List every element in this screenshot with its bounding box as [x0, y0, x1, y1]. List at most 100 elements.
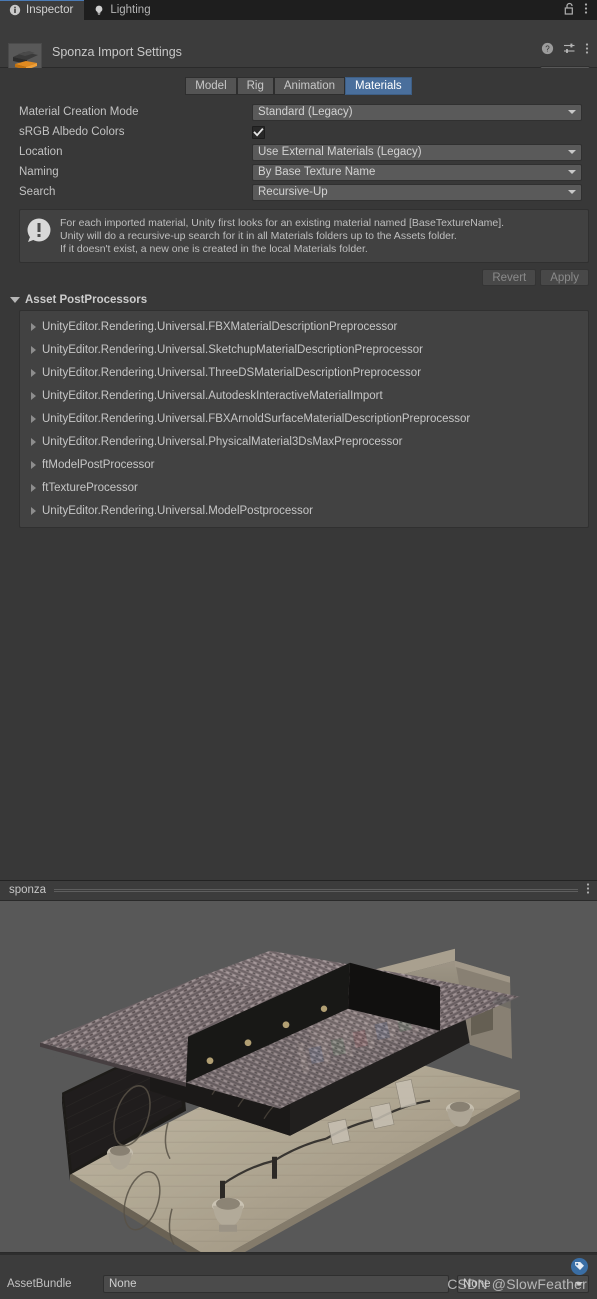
chevron-down-icon: [568, 110, 576, 114]
window-tab-bar: Inspector Lighting: [0, 0, 597, 20]
tab-lighting[interactable]: Lighting: [84, 0, 161, 20]
assetbundle-footer: AssetBundle None None CSDN @SlowFeather: [0, 1252, 597, 1299]
triangle-right-icon[interactable]: [31, 414, 36, 423]
assetbundle-variant-dropdown[interactable]: None: [457, 1275, 589, 1293]
tab-inspector[interactable]: Inspector: [0, 0, 85, 20]
svg-text:?: ?: [545, 45, 550, 54]
unity-inspector-window: Inspector Lighting Sponza Import Setting…: [0, 0, 597, 1299]
revert-button[interactable]: Revert: [482, 269, 537, 286]
tab-materials[interactable]: Materials: [345, 77, 412, 95]
tab-animation[interactable]: Animation: [273, 77, 346, 95]
chevron-down-icon: [575, 1282, 583, 1286]
inspector-header: Sponza Import Settings ? Open: [0, 20, 597, 83]
kebab-menu-icon[interactable]: [584, 2, 588, 18]
naming-value: By Base Texture Name: [258, 166, 376, 178]
tag-icon[interactable]: [571, 1258, 588, 1275]
check-icon: [253, 127, 264, 137]
list-item[interactable]: ftTextureProcessor: [20, 476, 588, 499]
helpbox-line-2: Unity will do a recursive-up search for …: [60, 230, 457, 242]
property-row-naming: Naming By Base Texture Name: [0, 162, 590, 182]
info-icon: [9, 4, 21, 16]
postprocessor-name: UnityEditor.Rendering.Universal.Sketchup…: [42, 343, 423, 356]
helpbox-line-1: For each imported material, Unity first …: [60, 217, 505, 229]
info-helpbox: For each imported material, Unity first …: [19, 209, 589, 263]
triangle-right-icon[interactable]: [31, 506, 36, 515]
material-properties: Material Creation Mode Standard (Legacy)…: [0, 102, 597, 202]
material-creation-mode-value: Standard (Legacy): [258, 106, 353, 118]
triangle-right-icon[interactable]: [31, 460, 36, 469]
lock-icon[interactable]: [564, 2, 575, 18]
tab-rig[interactable]: Rig: [236, 77, 274, 95]
assetbundle-name-value: None: [109, 1278, 137, 1290]
chevron-down-icon: [568, 190, 576, 194]
property-row-material-creation-mode: Material Creation Mode Standard (Legacy): [0, 102, 590, 122]
triangle-right-icon[interactable]: [31, 437, 36, 446]
search-label: Search: [19, 186, 56, 198]
search-value: Recursive-Up: [258, 186, 328, 198]
bulb-icon: [93, 4, 105, 16]
tab-inspector-label: Inspector: [26, 4, 74, 16]
triangle-right-icon[interactable]: [31, 322, 36, 331]
preset-settings-icon[interactable]: [563, 42, 576, 58]
tab-lighting-label: Lighting: [110, 4, 151, 16]
triangle-right-icon[interactable]: [31, 368, 36, 377]
triangle-right-icon[interactable]: [31, 483, 36, 492]
list-item[interactable]: UnityEditor.Rendering.Universal.Sketchup…: [20, 338, 588, 361]
preview-divider: [54, 888, 578, 892]
postprocessor-name: UnityEditor.Rendering.Universal.Autodesk…: [42, 389, 383, 402]
location-value: Use External Materials (Legacy): [258, 146, 422, 158]
postprocessor-list: UnityEditor.Rendering.Universal.FBXMater…: [19, 310, 589, 528]
list-item[interactable]: UnityEditor.Rendering.Universal.FBXMater…: [20, 315, 588, 338]
list-item[interactable]: UnityEditor.Rendering.Universal.Physical…: [20, 430, 588, 453]
postprocessor-name: UnityEditor.Rendering.Universal.ModelPos…: [42, 504, 314, 517]
material-creation-mode-label: Material Creation Mode: [19, 106, 139, 118]
preview-header: sponza: [0, 879, 597, 901]
apply-button[interactable]: Apply: [540, 269, 589, 286]
naming-label: Naming: [19, 166, 59, 178]
property-row-location: Location Use External Materials (Legacy): [0, 142, 590, 162]
header-icon-group: ?: [541, 42, 589, 58]
triangle-down-icon: [10, 297, 20, 303]
page-title: Sponza Import Settings: [52, 45, 182, 59]
location-label: Location: [19, 146, 63, 158]
info-bubble-icon: [26, 217, 52, 243]
postprocessor-name: UnityEditor.Rendering.Universal.ThreeDSM…: [42, 366, 422, 379]
chevron-down-icon: [568, 170, 576, 174]
inspector-body: Model Rig Animation Materials Material C…: [0, 68, 597, 880]
location-dropdown[interactable]: Use External Materials (Legacy): [252, 143, 582, 161]
assetbundle-row: AssetBundle None None: [0, 1275, 597, 1293]
list-item[interactable]: UnityEditor.Rendering.Universal.Autodesk…: [20, 384, 588, 407]
window-tabbar-controls: [564, 0, 597, 20]
postprocessor-name: UnityEditor.Rendering.Universal.FBXArnol…: [42, 412, 471, 425]
chevron-down-icon: [568, 150, 576, 154]
assetbundle-variant-value: None: [463, 1278, 491, 1290]
horizontal-scrollbar[interactable]: [0, 1253, 597, 1255]
list-item[interactable]: UnityEditor.Rendering.Universal.ThreeDSM…: [20, 361, 588, 384]
srgb-albedo-colors-checkbox[interactable]: [252, 125, 265, 139]
model-preview-viewport[interactable]: [0, 900, 597, 1252]
naming-dropdown[interactable]: By Base Texture Name: [252, 163, 582, 181]
property-row-srgb-albedo-colors: sRGB Albedo Colors: [0, 122, 590, 142]
postprocessor-name: ftModelPostProcessor: [42, 458, 155, 471]
helpbox-text: For each imported material, Unity first …: [60, 216, 504, 256]
postprocessor-name: ftTextureProcessor: [42, 481, 138, 494]
sponza-atrium-render: [0, 900, 597, 1252]
triangle-right-icon[interactable]: [31, 391, 36, 400]
list-item[interactable]: UnityEditor.Rendering.Universal.FBXArnol…: [20, 407, 588, 430]
revert-apply-bar: Revert Apply: [0, 263, 597, 286]
tab-model[interactable]: Model: [185, 77, 237, 95]
srgb-albedo-colors-label: sRGB Albedo Colors: [19, 126, 125, 138]
list-item[interactable]: UnityEditor.Rendering.Universal.ModelPos…: [20, 499, 588, 522]
search-dropdown[interactable]: Recursive-Up: [252, 183, 582, 201]
material-creation-mode-dropdown[interactable]: Standard (Legacy): [252, 103, 582, 121]
asset-postprocessors-foldout[interactable]: Asset PostProcessors: [0, 286, 597, 310]
kebab-menu-icon[interactable]: [585, 42, 589, 58]
postprocessor-name: UnityEditor.Rendering.Universal.FBXMater…: [42, 320, 398, 333]
helpbox-line-3: If it doesn't exist, a new one is create…: [60, 243, 368, 255]
assetbundle-label: AssetBundle: [7, 1278, 72, 1290]
list-item[interactable]: ftModelPostProcessor: [20, 453, 588, 476]
help-icon[interactable]: ?: [541, 42, 554, 58]
kebab-menu-icon[interactable]: [586, 882, 590, 898]
assetbundle-name-dropdown[interactable]: None: [103, 1275, 449, 1293]
triangle-right-icon[interactable]: [31, 345, 36, 354]
